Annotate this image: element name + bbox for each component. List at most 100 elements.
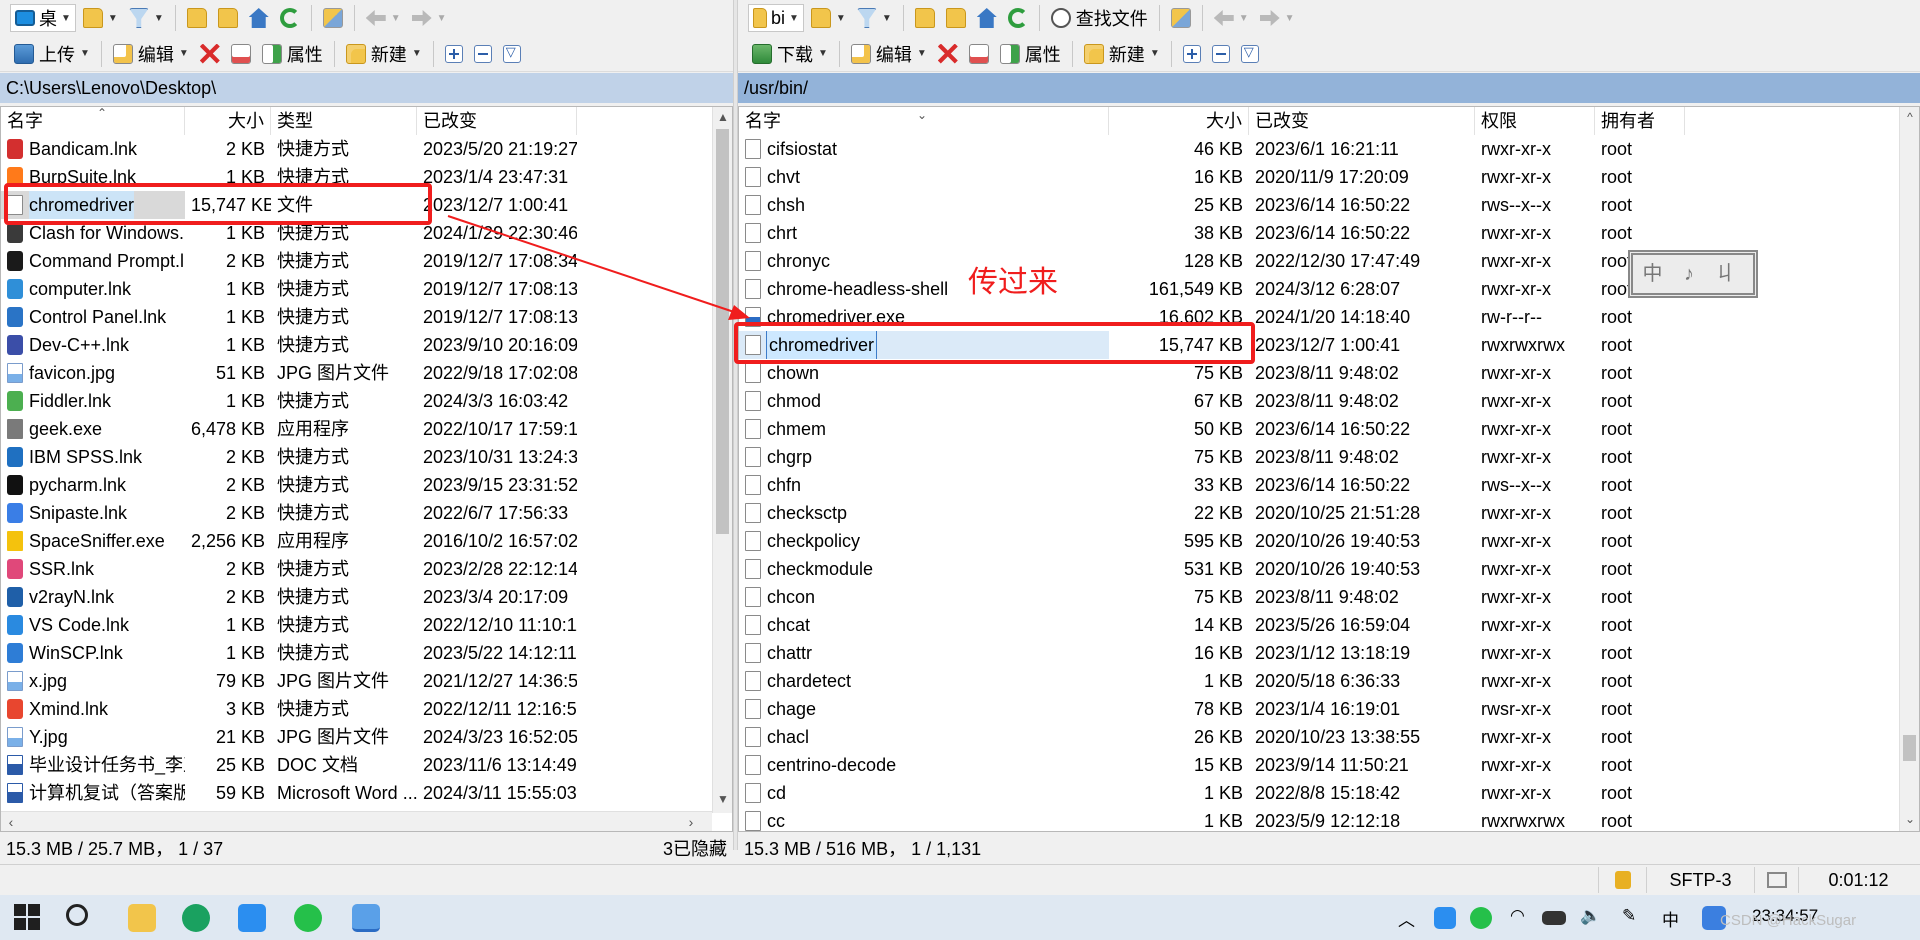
- open-folder-button[interactable]: ▼: [79, 3, 122, 33]
- edit-button[interactable]: 编辑 ▼: [847, 39, 931, 69]
- home-button[interactable]: [245, 3, 273, 33]
- open-folder-button[interactable]: ▼: [807, 3, 850, 33]
- file-explorer-icon[interactable]: [128, 904, 156, 932]
- unselect-button[interactable]: [470, 39, 496, 69]
- ime-indicator[interactable]: 中: [1662, 906, 1679, 931]
- filter-button[interactable]: ▼: [853, 3, 896, 33]
- table-row[interactable]: chvt 16 KB 2020/11/9 17:20:09 rwxr-xr-x root: [739, 163, 1919, 191]
- local-vertical-scrollbar[interactable]: ▲ ▼: [712, 107, 732, 813]
- edit-button[interactable]: 编辑 ▼: [109, 39, 193, 69]
- table-row[interactable]: BurpSuite.lnk 1 KB 快捷方式 2023/1/4 23:47:31: [1, 163, 732, 191]
- table-row[interactable]: chcat 14 KB 2023/5/26 16:59:04 rwxr-xr-x roo…: [739, 611, 1919, 639]
- column-header-changed[interactable]: 已改变: [1249, 107, 1475, 135]
- parent-dir-button[interactable]: [911, 3, 939, 33]
- properties-button[interactable]: 属性: [258, 39, 327, 69]
- local-horizontal-scrollbar[interactable]: ‹ ›: [1, 811, 712, 831]
- download-button[interactable]: 下载 ▼: [748, 39, 832, 69]
- properties-button[interactable]: 属性: [996, 39, 1065, 69]
- table-row[interactable]: geek.exe 6,478 KB 应用程序 2022/10/17 17:59:12: [1, 415, 732, 443]
- refresh-button[interactable]: [276, 3, 304, 33]
- column-header-owner[interactable]: 拥有者: [1595, 107, 1685, 135]
- table-row[interactable]: Snipaste.lnk 2 KB 快捷方式 2022/6/7 17:56:33: [1, 499, 732, 527]
- delete-button[interactable]: [934, 39, 962, 69]
- scroll-down-icon[interactable]: ▼: [713, 789, 732, 809]
- table-row[interactable]: chgrp 75 KB 2023/8/11 9:48:02 rwxr-xr-x root: [739, 443, 1919, 471]
- forward-button[interactable]: ▼: [408, 3, 451, 33]
- table-row[interactable]: chrt 38 KB 2023/6/14 16:50:22 rwxr-xr-x root: [739, 219, 1919, 247]
- pen-icon[interactable]: ✎: [1622, 906, 1636, 926]
- table-row[interactable]: Y.jpg 21 KB JPG 图片文件 2024/3/23 16:52:05: [1, 723, 732, 751]
- scroll-left-icon[interactable]: ‹: [1, 812, 21, 831]
- table-row[interactable]: checkmodule 531 KB 2020/10/26 19:40:53 rwxr…: [739, 555, 1919, 583]
- rename-button[interactable]: [227, 39, 255, 69]
- back-button[interactable]: ▼: [1210, 3, 1253, 33]
- column-header-size[interactable]: 大小: [1109, 107, 1249, 135]
- table-row[interactable]: Control Panel.lnk 1 KB 快捷方式 2019/12/7 17:08…: [1, 303, 732, 331]
- remote-dir-select[interactable]: bi ▼: [748, 4, 804, 32]
- table-row[interactable]: Dev-C++.lnk 1 KB 快捷方式 2023/9/10 20:16:09: [1, 331, 732, 359]
- local-path-bar[interactable]: C:\Users\Lenovo\Desktop\: [0, 73, 733, 103]
- root-dir-button[interactable]: [214, 3, 242, 33]
- table-row[interactable]: chmod 67 KB 2023/8/11 9:48:02 rwxr-xr-x root: [739, 387, 1919, 415]
- table-row[interactable]: SpaceSniffer.exe 2,256 KB 应用程序 2016/10/2 16…: [1, 527, 732, 555]
- table-row[interactable]: cc 1 KB 2023/5/9 12:12:18 rwxrwxrwx root: [739, 807, 1919, 831]
- table-row[interactable]: v2rayN.lnk 2 KB 快捷方式 2023/3/4 20:17:09: [1, 583, 732, 611]
- tray-qq-icon[interactable]: [1434, 907, 1456, 929]
- forward-button[interactable]: ▼: [1256, 3, 1299, 33]
- table-row[interactable]: chattr 16 KB 2023/1/12 13:18:19 rwxr-xr-x ro…: [739, 639, 1919, 667]
- home-button[interactable]: [973, 3, 1001, 33]
- wifi-icon[interactable]: ◠: [1510, 906, 1525, 926]
- upload-button[interactable]: 上传 ▼: [10, 39, 94, 69]
- start-button[interactable]: [14, 904, 42, 932]
- table-row[interactable]: chromedriver 15,747 KB 文件 2023/12/7 1:00:41: [1, 191, 732, 219]
- find-files-button[interactable]: 查找文件: [1047, 3, 1152, 33]
- parent-dir-button[interactable]: [183, 3, 211, 33]
- table-row[interactable]: x.jpg 79 KB JPG 图片文件 2021/12/27 14:36:59: [1, 667, 732, 695]
- wechat-icon[interactable]: [294, 904, 322, 932]
- back-button[interactable]: ▼: [362, 3, 405, 33]
- delete-button[interactable]: [196, 39, 224, 69]
- table-row[interactable]: chardetect 1 KB 2020/5/18 6:36:33 rwxr-xr-x…: [739, 667, 1919, 695]
- volume-icon[interactable]: 🔈: [1580, 906, 1601, 926]
- table-row[interactable]: Command Prompt.lnk 2 KB 快捷方式 2019/12/7 17:0…: [1, 247, 732, 275]
- scroll-right-icon[interactable]: ›: [681, 812, 701, 831]
- table-row[interactable]: computer.lnk 1 KB 快捷方式 2019/12/7 17:08:13: [1, 275, 732, 303]
- table-row[interactable]: WinSCP.lnk 1 KB 快捷方式 2023/5/22 14:12:11: [1, 639, 732, 667]
- table-row[interactable]: chcon 75 KB 2023/8/11 9:48:02 rwxr-xr-x root: [739, 583, 1919, 611]
- table-row[interactable]: Bandicam.lnk 2 KB 快捷方式 2023/5/20 21:19:27: [1, 135, 732, 163]
- local-drive-select[interactable]: 桌 ▼: [10, 4, 76, 32]
- scroll-down-icon[interactable]: ⌄: [1900, 809, 1919, 829]
- table-row[interactable]: chsh 25 KB 2023/6/14 16:50:22 rws--x--x root: [739, 191, 1919, 219]
- table-row[interactable]: VS Code.lnk 1 KB 快捷方式 2022/12/10 11:10:11: [1, 611, 732, 639]
- table-row[interactable]: cifsiostat 46 KB 2023/6/1 16:21:11 rwxr-xr-…: [739, 135, 1919, 163]
- select-all-button[interactable]: [1179, 39, 1205, 69]
- filter-select-button[interactable]: [499, 39, 525, 69]
- edge-browser-icon[interactable]: [182, 904, 210, 932]
- remote-file-list[interactable]: 名字 ⌄ 大小 已改变 权限 拥有者 cifsiostat 46 KB 2023/6/…: [738, 106, 1920, 832]
- table-row[interactable]: checkpolicy 595 KB 2020/10/26 19:40:53 rwxr…: [739, 527, 1919, 555]
- table-row[interactable]: chown 75 KB 2023/8/11 9:48:02 rwxr-xr-x root: [739, 359, 1919, 387]
- table-row[interactable]: 计算机复试（答案版... 59 KB Microsoft Word ... 2024/…: [1, 779, 732, 807]
- new-button[interactable]: 新建 ▼: [1080, 39, 1164, 69]
- remote-vertical-scrollbar[interactable]: ^ ⌄: [1899, 107, 1919, 831]
- winscp-taskbar-icon[interactable]: [352, 904, 380, 932]
- select-all-button[interactable]: [441, 39, 467, 69]
- tray-expand-icon[interactable]: ︿: [1398, 906, 1415, 931]
- refresh-button[interactable]: [1004, 3, 1032, 33]
- table-row[interactable]: chmem 50 KB 2023/6/14 16:50:22 rwxr-xr-x roo…: [739, 415, 1919, 443]
- column-header-type[interactable]: 类型: [271, 107, 417, 135]
- table-row[interactable]: 毕业设计任务书_李正... 25 KB DOC 文档 2023/11/6 13:14:…: [1, 751, 732, 779]
- tray-wechat-icon[interactable]: [1470, 907, 1492, 929]
- local-file-list[interactable]: 名字 ⌃ 大小 类型 已改变 Bandicam.lnk 2 KB 快捷方式 2023/5…: [0, 106, 733, 832]
- rename-button[interactable]: [965, 39, 993, 69]
- search-icon[interactable]: [66, 904, 88, 926]
- root-dir-button[interactable]: [942, 3, 970, 33]
- unselect-button[interactable]: [1208, 39, 1234, 69]
- table-row[interactable]: Xmind.lnk 3 KB 快捷方式 2022/12/11 12:16:57: [1, 695, 732, 723]
- table-row[interactable]: cd 1 KB 2022/8/8 15:18:42 rwxr-xr-x root: [739, 779, 1919, 807]
- table-row[interactable]: chage 78 KB 2023/1/4 16:19:01 rwsr-xr-x root: [739, 695, 1919, 723]
- scroll-up-icon[interactable]: ▲: [713, 107, 732, 127]
- qq-icon[interactable]: [238, 904, 266, 932]
- table-row[interactable]: SSR.lnk 2 KB 快捷方式 2023/2/28 22:12:14: [1, 555, 732, 583]
- column-header-name[interactable]: 名字 ⌃: [1, 107, 185, 135]
